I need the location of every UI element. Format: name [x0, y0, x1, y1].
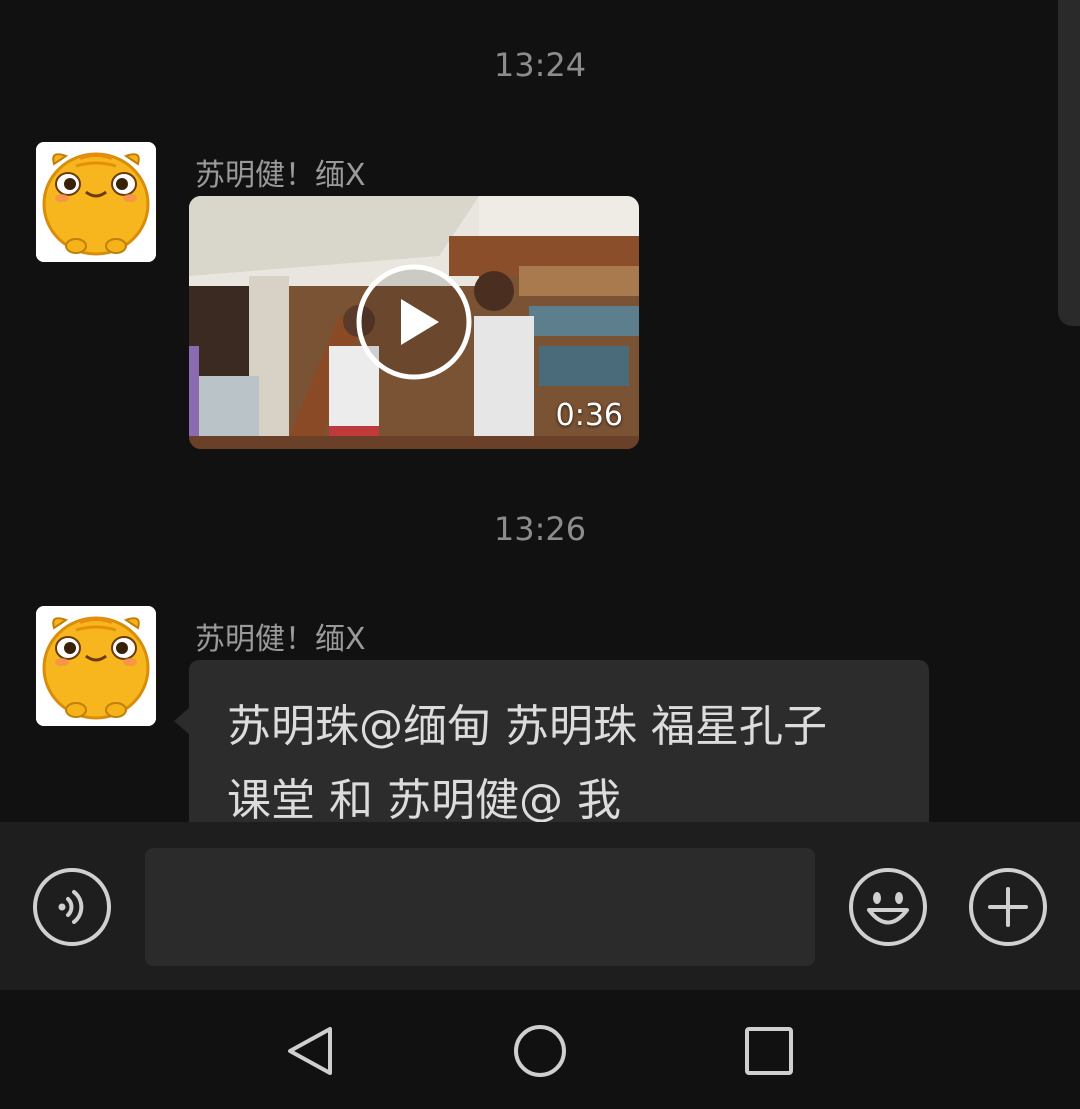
avatar-creature-image [36, 142, 156, 262]
recents-button[interactable] [741, 1023, 797, 1079]
sender-name: 苏明健！缅X [195, 158, 366, 193]
timestamp: 13:24 [493, 46, 587, 84]
chat-area[interactable]: 13:24 苏明健！缅X 0:36 13:26 苏明健！缅X 苏明珠@缅甸 苏明… [0, 0, 1080, 822]
home-circle-icon [514, 1025, 566, 1077]
voice-button[interactable] [32, 867, 112, 947]
emoji-button[interactable] [848, 867, 928, 947]
voice-icon [33, 868, 111, 946]
timestamp: 13:26 [493, 510, 587, 548]
video-duration: 0:36 [555, 398, 623, 433]
message-text-line: 苏明珠@缅甸 苏明珠 福星孔子 [227, 701, 827, 752]
home-button[interactable] [512, 1023, 568, 1079]
message-input[interactable] [145, 848, 815, 966]
avatar[interactable] [36, 142, 156, 262]
recents-square-icon [745, 1027, 793, 1075]
message-text-line: 课堂 和 苏明健@ 我 [227, 775, 621, 822]
avatar-creature-image [36, 606, 156, 726]
back-button[interactable] [282, 1023, 338, 1079]
emoji-icon [849, 868, 927, 946]
play-icon [356, 264, 472, 380]
message-text: 苏明珠@缅甸 苏明珠 福星孔子 课堂 和 苏明健@ 我 [227, 690, 907, 822]
plus-icon [969, 868, 1047, 946]
bubble-tail [174, 707, 190, 735]
back-triangle-icon [288, 1027, 332, 1075]
plus-button[interactable] [968, 867, 1048, 947]
play-button[interactable] [355, 263, 473, 381]
avatar[interactable] [36, 606, 156, 726]
sender-name: 苏明健！缅X [195, 622, 366, 657]
